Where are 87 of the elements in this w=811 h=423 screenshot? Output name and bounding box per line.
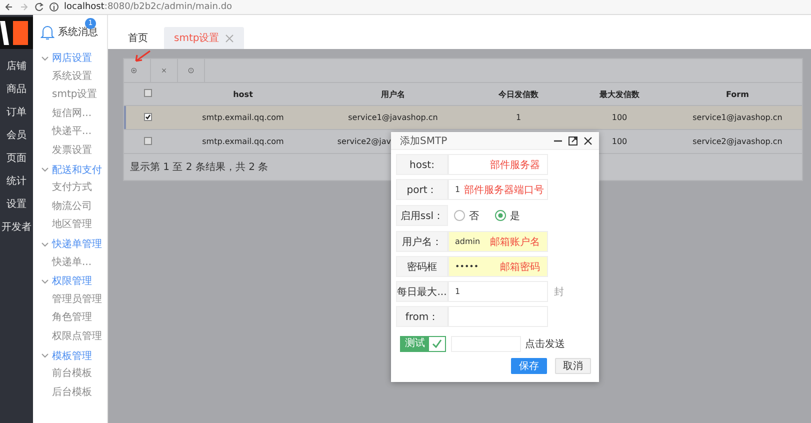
input-field[interactable]: 1 (448, 281, 548, 302)
menu-item[interactable]: 发票设置 (33, 142, 107, 161)
info-icon[interactable] (49, 2, 59, 12)
menu-item[interactable]: 前台模板 (33, 365, 107, 384)
field-label: 用户名： (396, 231, 448, 252)
hint-text: 点击发送 (525, 338, 565, 350)
input-field[interactable]: 部件服务器 (448, 154, 548, 175)
column-header: host (171, 83, 315, 106)
menu-item[interactable]: 快递平... (33, 123, 107, 142)
maximize-icon[interactable] (568, 136, 578, 146)
rail-item[interactable]: 开发者 (0, 216, 33, 239)
field-label: 密码框 (396, 256, 448, 277)
radio-icon[interactable] (454, 210, 465, 221)
table-cell: service1@javashop.cn (348, 113, 438, 122)
table-cell: service2@javashop.cn (692, 137, 782, 146)
menu-group[interactable]: 权限管理 (33, 272, 107, 291)
checkbox[interactable] (144, 89, 152, 97)
address-bar[interactable]: localhost:8080/b2b2c/admin/main.do (64, 2, 232, 12)
menu-item[interactable]: 支付方式 (33, 179, 107, 198)
table-cell: service1@javashop.cn (692, 113, 782, 122)
chevron-icon (41, 54, 49, 62)
checkbox[interactable] (144, 112, 152, 120)
chevron-icon (41, 166, 49, 174)
column-header: Form (673, 83, 802, 106)
radio-option[interactable]: 否 (454, 208, 479, 222)
field-label: port： (396, 179, 448, 200)
input-field[interactable]: admin 邮箱账户名 (448, 231, 548, 252)
rail-item[interactable]: 商品 (0, 78, 33, 101)
close-icon[interactable] (583, 136, 593, 146)
menu-group[interactable]: 模板管理 (33, 346, 107, 366)
back-icon[interactable] (4, 2, 14, 12)
table-cell: service2@jav (337, 137, 391, 146)
checkbox[interactable] (144, 136, 152, 144)
column-header: 用户名 (315, 83, 471, 106)
save-button[interactable]: 保存 (511, 358, 547, 374)
chevron-icon (41, 278, 49, 285)
input-field[interactable]: 1 部件服务器端口号 (448, 179, 548, 200)
rail-item[interactable]: 订单 (0, 101, 33, 124)
rail-item[interactable]: 设置 (0, 193, 33, 216)
input-field[interactable]: ••••• 邮箱密码 (448, 256, 548, 277)
pagination-info: 显示第 1 至 2 条结果，共 2 条 (129, 160, 268, 174)
field-label: 启用ssl： (396, 205, 448, 226)
radio-option[interactable]: 是 (495, 208, 520, 222)
field-label: from： (396, 306, 448, 327)
menu-item[interactable]: 物流公司 (33, 198, 107, 216)
bell-icon[interactable] (40, 24, 55, 40)
rail-item[interactable]: 店铺 (0, 55, 33, 78)
table-cell: 100 (612, 113, 628, 122)
menu-group[interactable]: 快递单管理 (33, 234, 107, 254)
menu-item[interactable]: 快递单... (33, 254, 107, 272)
rail-item[interactable]: 统计 (0, 170, 33, 193)
column-header: 最大发信数 (566, 83, 673, 106)
unit-label: 封 (554, 286, 564, 298)
chevron-icon (41, 240, 49, 248)
forward-icon[interactable] (19, 2, 29, 12)
reload-icon[interactable] (34, 2, 44, 12)
menu-group[interactable]: 网店设置 (33, 49, 107, 68)
column-header: 今日发信数 (471, 83, 566, 106)
annotation-text: 邮箱账户名 (489, 236, 541, 248)
radio-icon[interactable] (495, 210, 506, 221)
menu-item[interactable]: 权限点管理 (33, 328, 107, 346)
field-label: host: (396, 154, 448, 175)
tab[interactable]: 首页 (120, 27, 156, 49)
rail-item[interactable]: 页面 (0, 147, 33, 170)
annotation-text: 部件服务器 (489, 158, 541, 172)
annotation-text: 部件服务器端口号 (463, 184, 546, 196)
tab[interactable]: smtp设置 (164, 27, 244, 49)
cancel-button[interactable]: 取消 (555, 358, 591, 374)
menu-item[interactable]: 地区管理 (33, 216, 107, 235)
table-row[interactable]: smtp.exmail.qq.com service1@javashop.cn 1 100 service1@javashop.cn (124, 106, 802, 130)
rail-item[interactable]: 会员 (0, 124, 33, 147)
menu-group[interactable]: 配送和支付 (33, 160, 107, 180)
menu-item[interactable]: 管理员管理 (33, 290, 107, 310)
table-cell: smtp.exmail.qq.com (202, 113, 284, 122)
field-label: 每日最大... (396, 281, 448, 302)
chevron-icon (41, 352, 49, 360)
table-cell: 100 (612, 137, 628, 146)
table-cell: smtp.exmail.qq.com (202, 137, 284, 146)
dialog-title: 添加SMTP (400, 134, 448, 148)
menu-item[interactable]: 角色管理 (33, 309, 107, 328)
menu-item[interactable]: 短信网... (33, 104, 107, 124)
menu-item[interactable]: smtp设置 (33, 86, 107, 105)
annotation-text: 邮箱密码 (499, 260, 541, 274)
menu-item[interactable]: 后台模板 (33, 384, 107, 402)
menu-item[interactable]: 系统设置 (33, 68, 107, 86)
table-cell: 1 (516, 113, 522, 122)
test-button[interactable]: 测试 (400, 336, 446, 352)
